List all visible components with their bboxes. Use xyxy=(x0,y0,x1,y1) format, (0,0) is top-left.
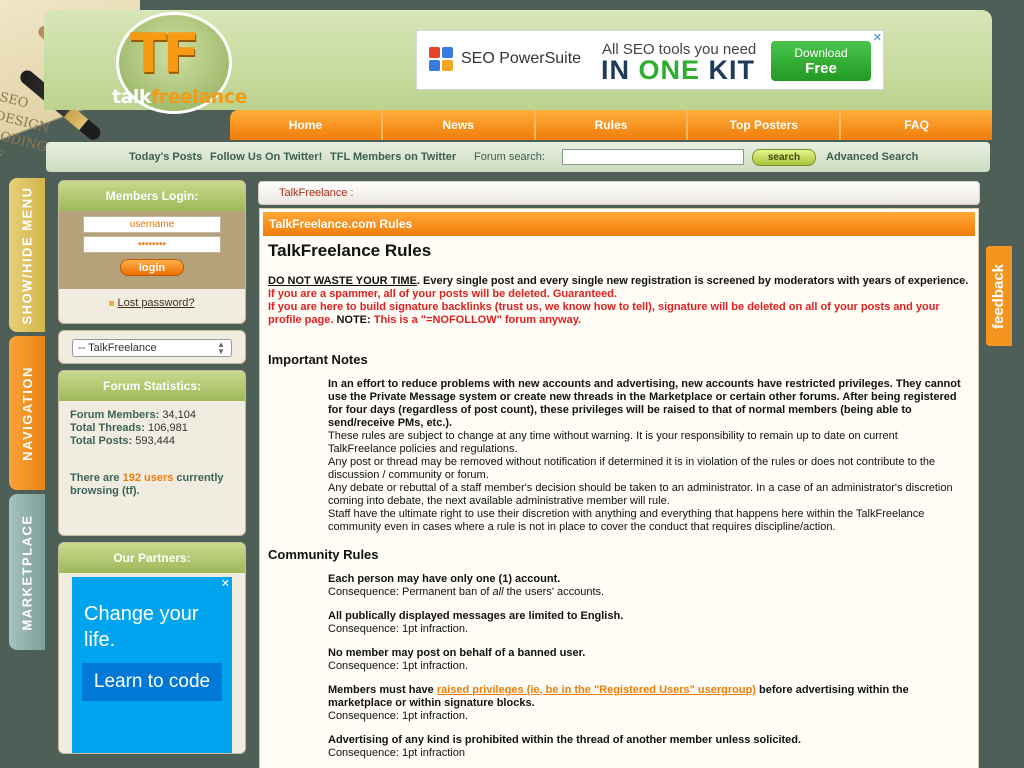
main-nav: Home News Rules Top Posters FAQ xyxy=(230,110,992,140)
nav-home[interactable]: Home xyxy=(230,110,383,140)
feedback-tab[interactable]: feedback xyxy=(986,246,1012,346)
show-hide-menu-tab[interactable]: SHOW/HIDE MENU xyxy=(9,178,45,332)
posts-count: 593,444 xyxy=(135,435,175,447)
forum-statistics-box: Forum Statistics: Forum Members: 34,104 … xyxy=(58,370,246,536)
nav-top-posters[interactable]: Top Posters xyxy=(688,110,842,140)
rules-panel-header: TalkFreelance.com Rules xyxy=(263,212,975,236)
password-field[interactable]: •••••••• xyxy=(83,236,221,253)
advanced-search-link[interactable]: Advanced Search xyxy=(826,151,918,163)
search-label: Forum search: xyxy=(474,151,545,163)
nav-news[interactable]: News xyxy=(383,110,536,140)
rule-item: Members must have raised privileges (ie,… xyxy=(328,684,909,722)
rules-panel: TalkFreelance.com Rules TalkFreelance Ru… xyxy=(259,208,979,768)
banner-headline: IN ONE KIT xyxy=(601,55,756,85)
logo-wordmark: talkfreelance xyxy=(112,86,247,108)
breadcrumb[interactable]: TalkFreelance : xyxy=(258,181,980,205)
marketplace-tab[interactable]: MARKETPLACE xyxy=(9,494,45,650)
forum-search-input[interactable] xyxy=(562,149,744,165)
forum-jump-select[interactable]: -- TalkFreelance ▲ ▼ xyxy=(72,339,232,357)
bullet-icon xyxy=(109,300,115,306)
ad-close-icon[interactable]: ✕ xyxy=(221,577,230,590)
username-field[interactable]: username xyxy=(83,216,221,233)
members-twitter-link[interactable]: TFL Members on Twitter xyxy=(330,151,456,163)
community-rules-heading: Community Rules xyxy=(268,547,379,562)
important-notes-heading: Important Notes xyxy=(268,352,368,367)
rule-item: Advertising of any kind is prohibited wi… xyxy=(328,734,802,759)
nav-faq[interactable]: FAQ xyxy=(841,110,992,140)
threads-count: 106,981 xyxy=(148,422,188,434)
login-title: Members Login: xyxy=(59,181,245,211)
todays-posts-link[interactable]: Today's Posts xyxy=(129,151,202,163)
search-button[interactable]: search xyxy=(752,149,816,166)
logo-letters: TF xyxy=(130,22,200,85)
partners-box: Our Partners: Change your life. Learn to … xyxy=(58,542,246,754)
page-title: TalkFreelance Rules xyxy=(268,241,432,260)
login-button[interactable]: login xyxy=(120,259,184,276)
rule-item: Each person may have only one (1) accoun… xyxy=(328,573,605,598)
important-notes: In an effort to reduce problems with new… xyxy=(328,378,961,533)
ad-close-icon[interactable]: ✕ xyxy=(873,31,882,44)
intro-text: DO NOT WASTE YOUR TIME. Every single pos… xyxy=(268,275,969,326)
partner-ad[interactable]: Change your life. Learn to code ✕ xyxy=(72,577,232,753)
site-logo[interactable]: TF talkfreelance xyxy=(108,12,248,124)
select-arrows-icon: ▲ ▼ xyxy=(217,340,225,356)
nav-rules[interactable]: Rules xyxy=(536,110,689,140)
partners-title: Our Partners: xyxy=(59,543,245,573)
lost-password-link[interactable]: Lost password? xyxy=(117,297,194,309)
online-users: There are 192 users currently browsing (… xyxy=(70,472,224,497)
raised-privileges-link[interactable]: raised privileges (ie, be in the "Regist… xyxy=(437,684,756,696)
left-sidebar: Members Login: username •••••••• login L… xyxy=(58,180,246,760)
community-rules: Each person may have only one (1) accoun… xyxy=(268,573,970,760)
rule-item: All publically displayed messages are li… xyxy=(328,610,624,635)
banner-download-button[interactable]: Download Free xyxy=(771,41,871,81)
banner-brand: SEO PowerSuite xyxy=(461,50,582,67)
forum-jump-box: -- TalkFreelance ▲ ▼ xyxy=(58,330,246,364)
learn-to-code-button[interactable]: Learn to code xyxy=(82,663,222,701)
banner-ad[interactable]: SEO PowerSuite All SEO tools you need IN… xyxy=(416,30,884,90)
rule-item: No member may post on behalf of a banned… xyxy=(328,647,586,672)
login-box: Members Login: username •••••••• login L… xyxy=(58,180,246,324)
seo-powersuite-logo-icon xyxy=(429,47,455,73)
sub-toolbar: Today's Posts Follow Us On Twitter! TFL … xyxy=(46,142,990,172)
members-count: 34,104 xyxy=(162,409,196,421)
twitter-follow-link[interactable]: Follow Us On Twitter! xyxy=(210,151,322,163)
stats-title: Forum Statistics: xyxy=(59,371,245,401)
navigation-tab[interactable]: NAVIGATION xyxy=(9,336,45,490)
